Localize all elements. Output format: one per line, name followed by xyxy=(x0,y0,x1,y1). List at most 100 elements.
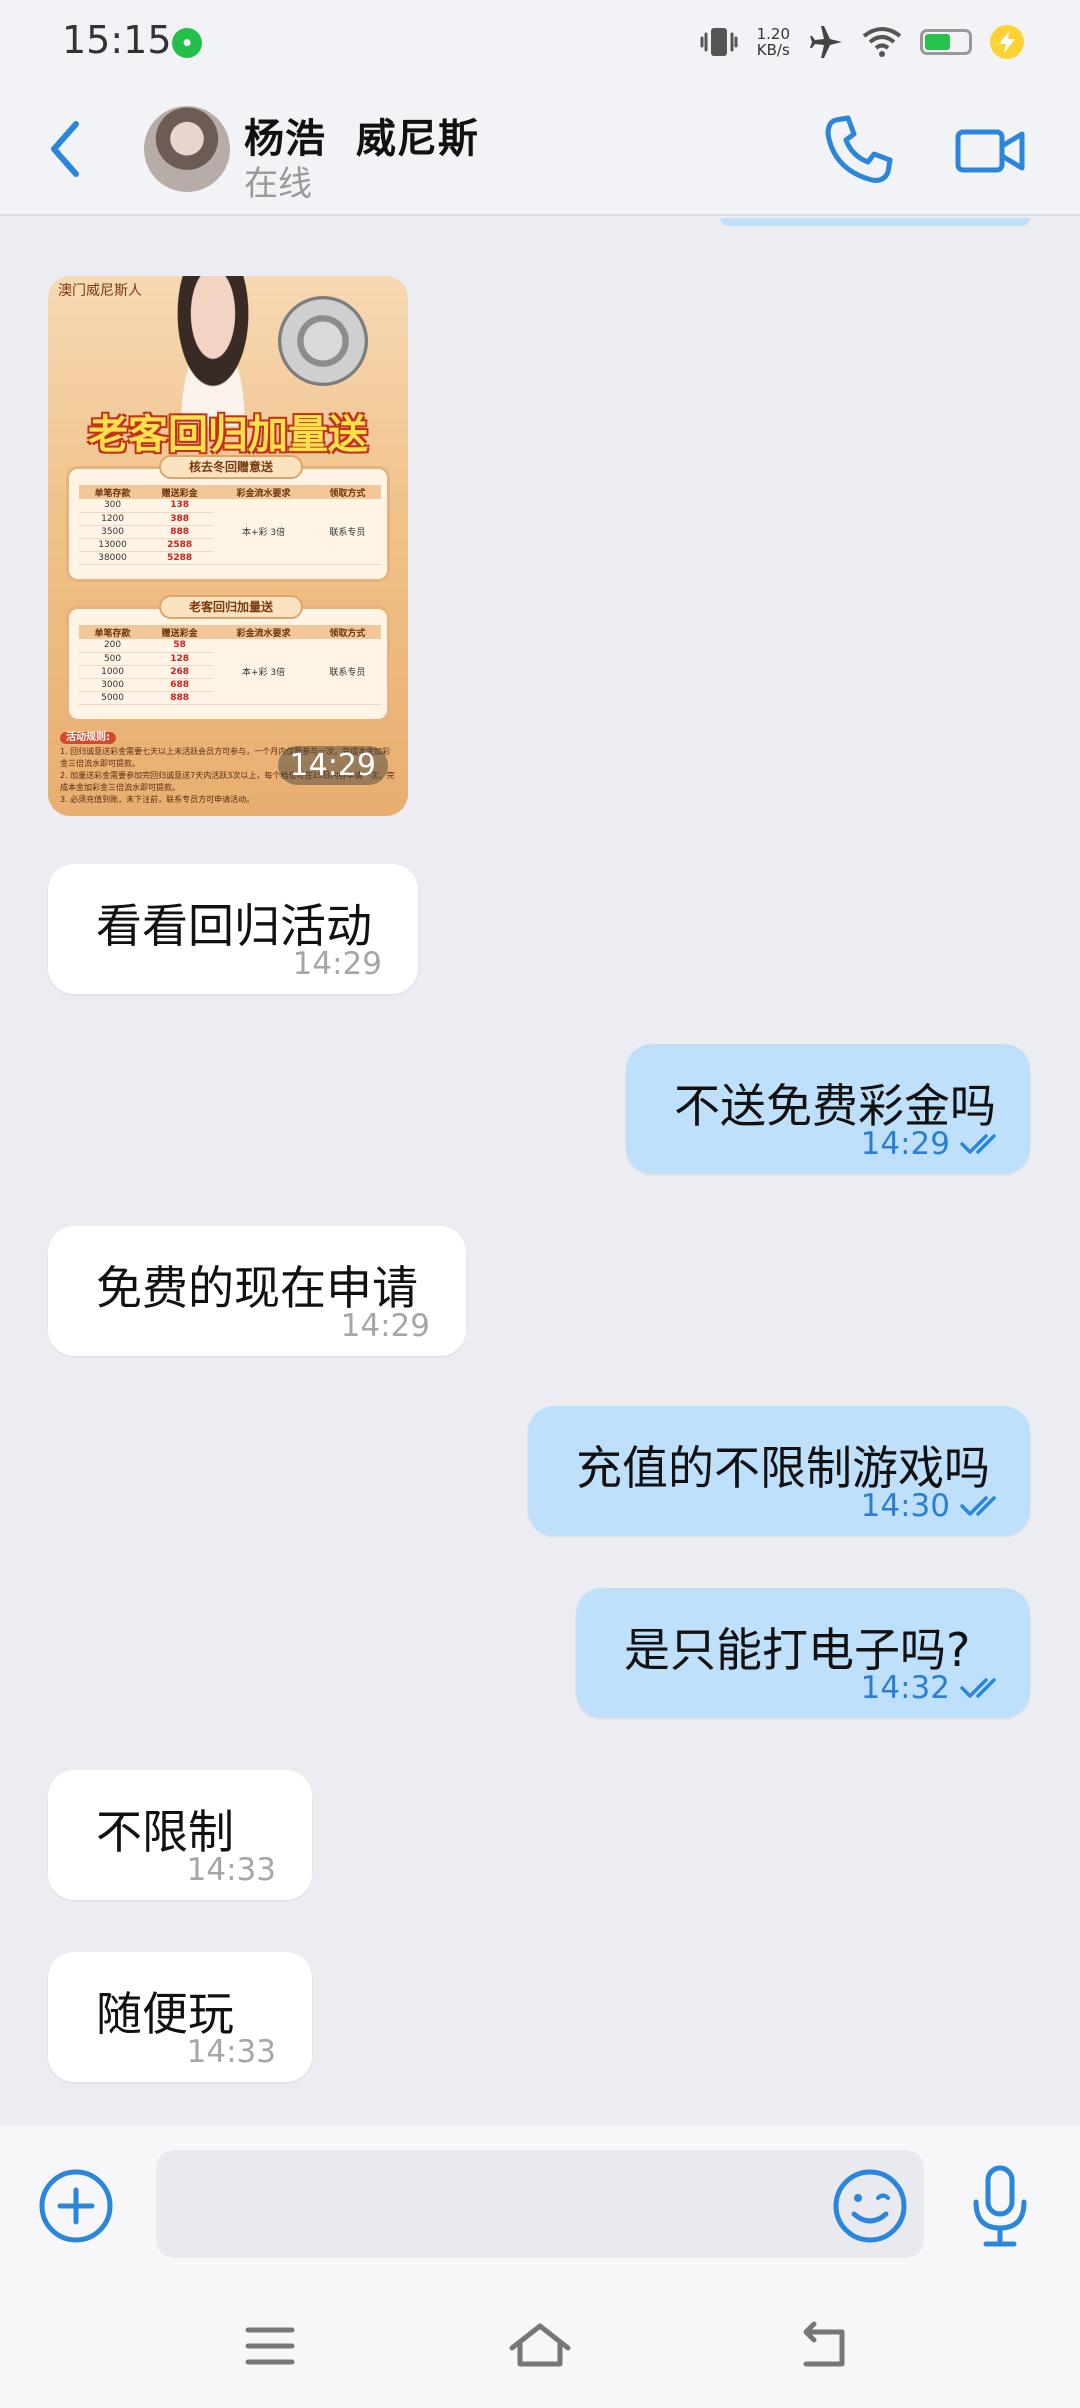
column-header: 领取方式 xyxy=(313,625,381,639)
bonus-cell: 268 xyxy=(146,665,214,679)
bonus-cell: 388 xyxy=(146,512,214,526)
requirement-cell: 本+彩 3倍 xyxy=(213,639,314,705)
microphone-icon xyxy=(973,2165,1027,2247)
video-call-button[interactable] xyxy=(952,116,1028,186)
column-header: 彩金流水要求 xyxy=(213,485,314,499)
promo-image-time: 14:29 xyxy=(277,746,388,785)
message-meta: 14:30 xyxy=(861,1488,1004,1524)
deposit-cell: 3500 xyxy=(79,525,147,539)
status-icons: 1.20 KB/s xyxy=(699,20,1024,64)
network-speed-value: 1.20 xyxy=(756,25,790,43)
promo-safe-illustration xyxy=(278,296,368,386)
deposit-cell: 38000 xyxy=(79,551,147,565)
bonus-cell: 2588 xyxy=(146,538,214,552)
promo-rule: 3. 必须充值到账，未下注前，联系专员方可申请活动。 xyxy=(60,795,255,804)
message-time: 14:29 xyxy=(292,946,382,982)
message-time: 14:29 xyxy=(340,1308,430,1344)
table-row: 200 58 本+彩 3倍 联系专员 xyxy=(79,639,381,705)
voice-record-button[interactable] xyxy=(968,2162,1032,2250)
deposit-cell: 500 xyxy=(79,652,147,666)
message-bubble-outgoing[interactable]: 是只能打电子吗? 14:32 xyxy=(576,1588,1030,1718)
status-bar: 15:15 ● 1.20 KB/s xyxy=(0,0,1080,84)
deposit-cell: 13000 xyxy=(79,538,147,552)
home-icon xyxy=(509,2323,571,2367)
message-time: 14:33 xyxy=(186,1852,276,1888)
system-navigation-bar xyxy=(0,2284,1080,2408)
message-meta: 14:29 xyxy=(861,1126,1004,1162)
message-meta: 14:33 xyxy=(187,1852,276,1888)
table-row: 300 138 本+彩 3倍 联系专员 xyxy=(79,499,381,565)
message-meta: 14:32 xyxy=(861,1670,1004,1706)
double-check-icon xyxy=(960,1678,996,1698)
promo-table-2-grid: 单笔存款 赠送彩金 彩金流水要求 领取方式 200 58 本+彩 3倍 联系专员… xyxy=(79,625,381,705)
claim-cell: 联系专员 xyxy=(313,499,381,565)
message-time: 14:29 xyxy=(860,1126,950,1162)
promo-table-1-title: 核去冬回赠意送 xyxy=(159,455,303,479)
bonus-cell: 128 xyxy=(146,652,214,666)
chevron-left-icon xyxy=(51,121,79,177)
home-button[interactable] xyxy=(500,2318,580,2374)
battery-level xyxy=(925,34,951,50)
message-bubble-incoming[interactable]: 不限制 14:33 xyxy=(48,1770,312,1900)
bonus-cell: 58 xyxy=(146,639,214,653)
attach-button[interactable] xyxy=(36,2166,116,2246)
promo-brand: 澳门威尼斯人 xyxy=(58,283,142,299)
bonus-cell: 688 xyxy=(146,678,214,692)
bonus-cell: 888 xyxy=(146,691,214,705)
message-time: 14:30 xyxy=(860,1488,950,1524)
deposit-cell: 200 xyxy=(79,639,147,653)
deposit-cell: 3000 xyxy=(79,678,147,692)
video-camera-icon xyxy=(955,129,1025,173)
wifi-icon xyxy=(862,27,902,57)
network-speed: 1.20 KB/s xyxy=(757,26,790,58)
message-bubble-outgoing[interactable]: 充值的不限制游戏吗 14:30 xyxy=(528,1406,1030,1536)
message-meta: 14:29 xyxy=(341,1308,430,1344)
back-arrow-icon xyxy=(803,2321,845,2367)
promo-title: 老客回归加量送 xyxy=(88,412,368,458)
column-header: 单笔存款 xyxy=(79,625,147,639)
message-input[interactable] xyxy=(156,2150,924,2258)
message-meta: 14:29 xyxy=(293,946,382,982)
battery-icon xyxy=(920,29,972,55)
promo-table-1-grid: 单笔存款 赠送彩金 彩金流水要求 领取方式 300 138 本+彩 3倍 联系专… xyxy=(79,485,381,565)
avatar[interactable] xyxy=(144,106,230,192)
partial-message-bubble[interactable] xyxy=(720,218,1030,226)
message-bubble-incoming[interactable]: 免费的现在申请 14:29 xyxy=(48,1226,466,1356)
bonus-cell: 888 xyxy=(146,525,214,539)
recent-apps-button[interactable] xyxy=(230,2318,310,2374)
claim-cell: 联系专员 xyxy=(313,639,381,705)
message-time: 14:33 xyxy=(186,2034,276,2070)
column-header: 单笔存款 xyxy=(79,485,147,499)
composer-bar xyxy=(0,2126,1080,2284)
deposit-cell: 1000 xyxy=(79,665,147,679)
double-check-icon xyxy=(960,1496,996,1516)
message-meta: 14:33 xyxy=(187,2034,276,2070)
back-button[interactable] xyxy=(40,114,90,184)
promo-table-2: 老客回归加量送 单笔存款 赠送彩金 彩金流水要求 领取方式 200 58 本+彩… xyxy=(66,595,390,722)
network-speed-unit: KB/s xyxy=(756,41,790,59)
requirement-cell: 本+彩 3倍 xyxy=(213,499,314,565)
voice-call-button[interactable] xyxy=(820,112,896,188)
chat-header: 杨浩 威尼斯 在线 xyxy=(0,84,1080,216)
message-bubble-outgoing[interactable]: 不送免费彩金吗 14:29 xyxy=(626,1044,1030,1174)
plus-circle-icon xyxy=(39,2169,113,2243)
column-header: 赠送彩金 xyxy=(146,485,214,499)
emoji-icon xyxy=(833,2169,907,2243)
back-nav-button[interactable] xyxy=(784,2318,864,2374)
notification-icon: ● xyxy=(172,28,202,58)
message-list[interactable]: 澳门威尼斯人 老客回归加量送 核去冬回赠意送 单笔存款 赠送彩金 彩金流水要求 … xyxy=(0,218,1080,2126)
deposit-cell: 5000 xyxy=(79,691,147,705)
airplane-icon xyxy=(810,26,842,58)
promo-rules-title: 活动规则: xyxy=(60,732,116,744)
promo-table-2-title: 老客回归加量送 xyxy=(159,595,303,619)
menu-icon xyxy=(245,2327,295,2365)
message-bubble-incoming[interactable]: 随便玩 14:33 xyxy=(48,1952,312,2082)
phone-icon xyxy=(825,115,893,183)
promo-table-1: 核去冬回赠意送 单笔存款 赠送彩金 彩金流水要求 领取方式 300 138 本+… xyxy=(66,455,390,582)
promo-image-message[interactable]: 澳门威尼斯人 老客回归加量送 核去冬回赠意送 单笔存款 赠送彩金 彩金流水要求 … xyxy=(48,276,408,816)
double-check-icon xyxy=(960,1134,996,1154)
emoji-button[interactable] xyxy=(830,2166,910,2246)
bonus-cell: 5288 xyxy=(146,551,214,565)
vibrate-icon xyxy=(700,28,738,56)
message-bubble-incoming[interactable]: 看看回归活动 14:29 xyxy=(48,864,418,994)
